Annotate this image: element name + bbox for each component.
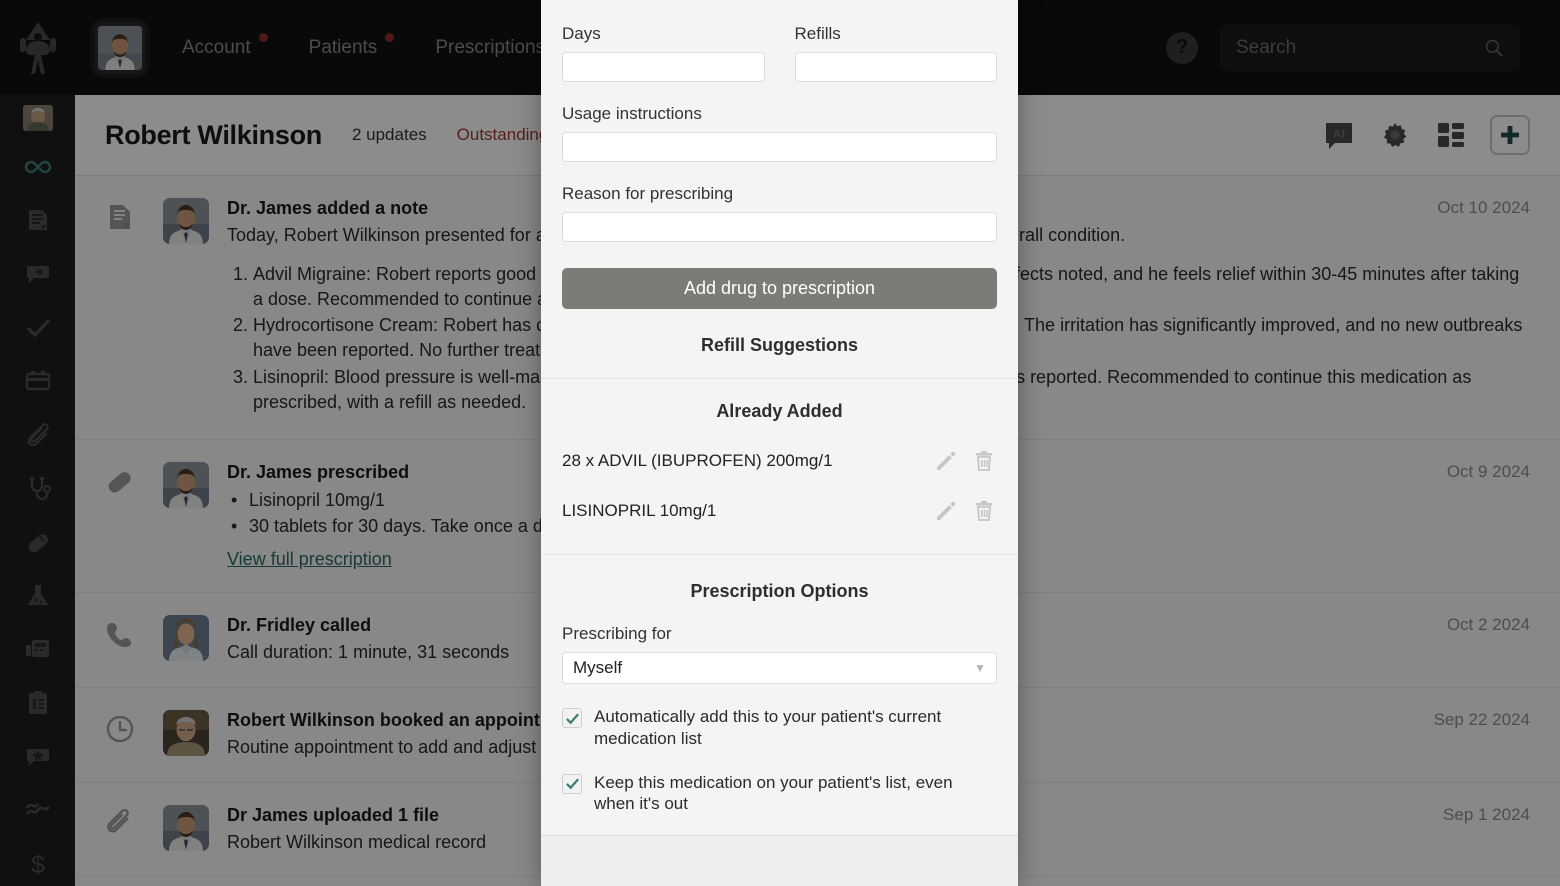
keep-medication-checkbox[interactable] (562, 773, 582, 794)
days-label: Days (562, 24, 601, 43)
already-added-item: LISINOPRIL 10mg/1 (541, 486, 1018, 536)
delete-trash-icon (976, 501, 992, 521)
drug-entry-form: Days Refills Usage instructions Reason f… (541, 0, 1018, 309)
auto-add-medication-checkbox-row[interactable]: Automatically add this to your patient's… (562, 706, 997, 750)
already-added-item: 28 x ADVIL (IBUPROFEN) 200mg/1 (541, 436, 1018, 486)
prescribing-for-select[interactable]: Myself ▼ (562, 652, 997, 684)
keep-medication-label: Keep this medication on your patient's l… (594, 772, 953, 814)
edit-icon[interactable] (933, 448, 959, 474)
pencil-edit-icon (937, 501, 956, 520)
drug-name: LISINOPRIL 10mg/1 (562, 501, 717, 520)
auto-add-medication-label: Automatically add this to your patient's… (594, 707, 942, 748)
already-added-heading: Already Added (716, 401, 843, 421)
refills-input[interactable] (794, 52, 997, 82)
days-field-group: Days (562, 24, 765, 82)
keep-medication-checkbox-row[interactable]: Keep this medication on your patient's l… (562, 772, 997, 816)
chevron-down-icon: ▼ (974, 661, 986, 675)
prescribing-for-value: Myself (573, 658, 623, 677)
prescription-modal: Days Refills Usage instructions Reason f… (541, 0, 1018, 886)
refill-suggestions-heading: Refill Suggestions (700, 335, 859, 355)
usage-instructions-label: Usage instructions (562, 104, 702, 123)
refills-label: Refills (794, 24, 841, 43)
edit-icon[interactable] (933, 498, 959, 524)
usage-field-group: Usage instructions (562, 104, 997, 162)
usage-instructions-input[interactable] (562, 132, 997, 162)
reason-field-group: Reason for prescribing (562, 184, 997, 242)
trash-icon[interactable] (971, 498, 997, 524)
prescribing-for-label: Prescribing for (562, 624, 672, 643)
app-root: Account Patients Prescriptions ? Search (0, 0, 1560, 886)
reason-for-prescribing-label: Reason for prescribing (562, 184, 734, 203)
modal-footer (541, 835, 1018, 886)
delete-trash-icon (976, 451, 992, 471)
trash-icon[interactable] (971, 448, 997, 474)
days-input[interactable] (562, 52, 765, 82)
reason-for-prescribing-input[interactable] (562, 212, 997, 242)
drug-name: 28 x ADVIL (IBUPROFEN) 200mg/1 (562, 451, 833, 470)
prescription-options-heading: Prescription Options (690, 581, 869, 601)
add-drug-to-prescription-button[interactable]: Add drug to prescription (562, 268, 997, 309)
pencil-edit-icon (937, 451, 956, 470)
prescription-options: Prescribing for Myself ▼ Automatically a… (541, 620, 1018, 835)
days-refills-row: Days Refills (562, 24, 997, 104)
refills-field-group: Refills (794, 24, 997, 82)
checkmark-icon (565, 713, 579, 724)
checkmark-icon (565, 778, 579, 790)
auto-add-medication-checkbox[interactable] (562, 708, 582, 728)
